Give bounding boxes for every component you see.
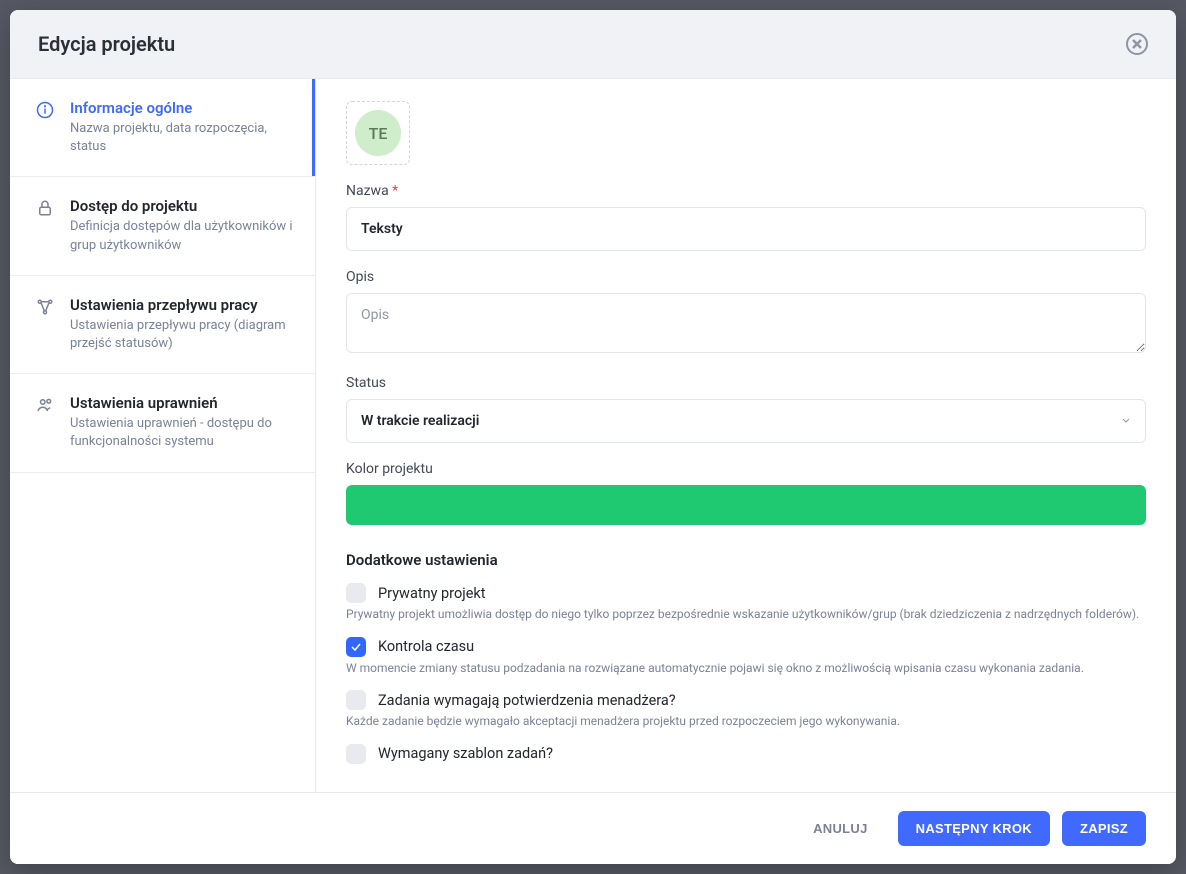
save-button[interactable]: ZAPISZ [1062, 811, 1146, 846]
check-private-project: Prywatny projekt Prywatny projekt umożli… [346, 583, 1146, 623]
avatar-upload[interactable]: TE [346, 101, 410, 165]
modal-body: Informacje ogólne Nazwa projektu, data r… [10, 79, 1176, 792]
checkbox-label: Prywatny projekt [378, 585, 485, 602]
checkbox-label: Kontrola czasu [378, 638, 474, 655]
checkbox-hint: Każde zadanie będzie wymagało akceptacji… [346, 714, 1146, 730]
sidebar: Informacje ogólne Nazwa projektu, data r… [10, 79, 316, 792]
next-step-button[interactable]: NASTĘPNY KROK [898, 811, 1050, 846]
users-icon [36, 394, 56, 451]
checkbox-manager[interactable] [346, 690, 366, 710]
name-label: Nazwa * [346, 183, 1146, 199]
name-input[interactable] [346, 207, 1146, 251]
desc-input[interactable] [346, 293, 1146, 353]
main-panel: TE Nazwa * Opis Status W trakcie realiza… [316, 79, 1176, 792]
additional-settings-heading: Dodatkowe ustawienia [346, 551, 1146, 569]
cancel-button[interactable]: ANULUJ [795, 811, 886, 846]
checkbox-label: Wymagany szablon zadań? [378, 745, 553, 762]
sidebar-item-access[interactable]: Dostęp do projektu Definicja dostępów dl… [10, 177, 315, 275]
info-icon [36, 99, 56, 156]
checkbox-hint: Prywatny projekt umożliwia dostęp do nie… [346, 607, 1146, 623]
color-picker[interactable] [346, 485, 1146, 525]
status-label: Status [346, 375, 1146, 391]
edit-project-modal: Edycja projektu Informacje ogólne Nazwa … [10, 10, 1176, 864]
checkbox-time[interactable] [346, 637, 366, 657]
sidebar-item-desc: Definicja dostępów dla użytkowników i gr… [70, 218, 293, 254]
workflow-icon [36, 296, 56, 353]
modal-title: Edycja projektu [38, 32, 175, 56]
sidebar-item-general[interactable]: Informacje ogólne Nazwa projektu, data r… [10, 79, 315, 177]
close-button[interactable] [1126, 33, 1148, 55]
checkbox-label: Zadania wymagają potwierdzenia menadżera… [378, 692, 676, 709]
close-icon [1132, 39, 1142, 49]
checkbox-hint: W momencie zmiany statusu podzadania na … [346, 661, 1146, 677]
checkbox-private[interactable] [346, 583, 366, 603]
sidebar-item-desc: Nazwa projektu, data rozpoczęcia, status [70, 120, 293, 156]
sidebar-item-workflow[interactable]: Ustawienia przepływu pracy Ustawienia pr… [10, 276, 315, 374]
check-manager-confirm: Zadania wymagają potwierdzenia menadżera… [346, 690, 1146, 730]
sidebar-item-desc: Ustawienia przepływu pracy (diagram prze… [70, 317, 293, 353]
sidebar-item-permissions[interactable]: Ustawienia uprawnień Ustawienia uprawnie… [10, 374, 315, 472]
modal-footer: ANULUJ NASTĘPNY KROK ZAPISZ [10, 792, 1176, 864]
sidebar-item-title: Ustawienia uprawnień [70, 394, 293, 412]
avatar: TE [355, 110, 401, 156]
sidebar-item-desc: Ustawienia uprawnień - dostępu do funkcj… [70, 415, 293, 451]
desc-label: Opis [346, 269, 1146, 285]
sidebar-item-title: Dostęp do projektu [70, 197, 293, 215]
check-time-control: Kontrola czasu W momencie zmiany statusu… [346, 637, 1146, 677]
color-label: Kolor projektu [346, 461, 1146, 477]
sidebar-item-title: Ustawienia przepływu pracy [70, 296, 293, 314]
modal-header: Edycja projektu [10, 10, 1176, 79]
check-template-required: Wymagany szablon zadań? [346, 744, 1146, 764]
status-select[interactable]: W trakcie realizacji [346, 399, 1146, 443]
checkbox-template[interactable] [346, 744, 366, 764]
sidebar-item-title: Informacje ogólne [70, 99, 293, 117]
lock-icon [36, 197, 56, 254]
